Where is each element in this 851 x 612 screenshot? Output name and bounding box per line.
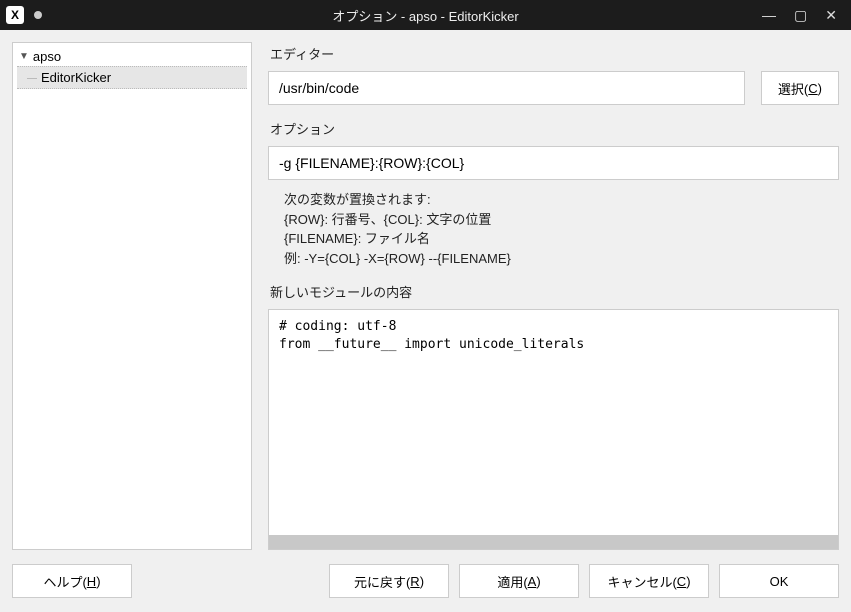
cancel-button[interactable]: キャンセル(C) <box>589 564 709 598</box>
option-description: 次の変数が置換されます: {ROW}: 行番号、{COL}: 文字の位置 {FI… <box>284 190 839 268</box>
window-title: オプション - apso - EditorKicker <box>0 6 851 25</box>
tree-root-label: apso <box>33 49 61 64</box>
close-icon[interactable]: ✕ <box>825 7 837 24</box>
editor-path-input[interactable] <box>268 71 745 105</box>
apply-button[interactable]: 適用(A) <box>459 564 579 598</box>
title-bar: X オプション - apso - EditorKicker — ▢ ✕ <box>0 0 851 30</box>
ok-button[interactable]: OK <box>719 564 839 598</box>
scroll-thumb[interactable] <box>269 535 838 549</box>
option-section-label: オプション <box>270 119 839 138</box>
tree-child-label: EditorKicker <box>41 70 111 85</box>
horiz-scrollbar[interactable] <box>269 535 838 549</box>
option-args-input[interactable] <box>268 146 839 180</box>
tree-item-editorkicker[interactable]: EditorKicker <box>17 66 247 89</box>
dialog-button-bar: ヘルプ(H) 元に戻す(R) 適用(A) キャンセル(C) OK <box>0 550 851 612</box>
maximize-icon[interactable]: ▢ <box>794 7 807 24</box>
category-tree[interactable]: ▼ apso EditorKicker <box>12 42 252 550</box>
module-section-label: 新しいモジュールの内容 <box>270 282 839 301</box>
tree-root-apso[interactable]: ▼ apso <box>13 47 251 66</box>
revert-button[interactable]: 元に戻す(R) <box>329 564 449 598</box>
minimize-icon[interactable]: — <box>762 7 776 24</box>
chevron-down-icon[interactable]: ▼ <box>19 51 29 62</box>
help-button[interactable]: ヘルプ(H) <box>12 564 132 598</box>
editor-section-label: エディター <box>270 44 839 63</box>
modified-indicator <box>34 11 42 19</box>
module-textarea-wrap <box>268 309 839 550</box>
select-editor-button[interactable]: 選択(C) <box>761 71 839 105</box>
app-icon: X <box>6 6 24 24</box>
module-content-textarea[interactable] <box>269 310 838 535</box>
